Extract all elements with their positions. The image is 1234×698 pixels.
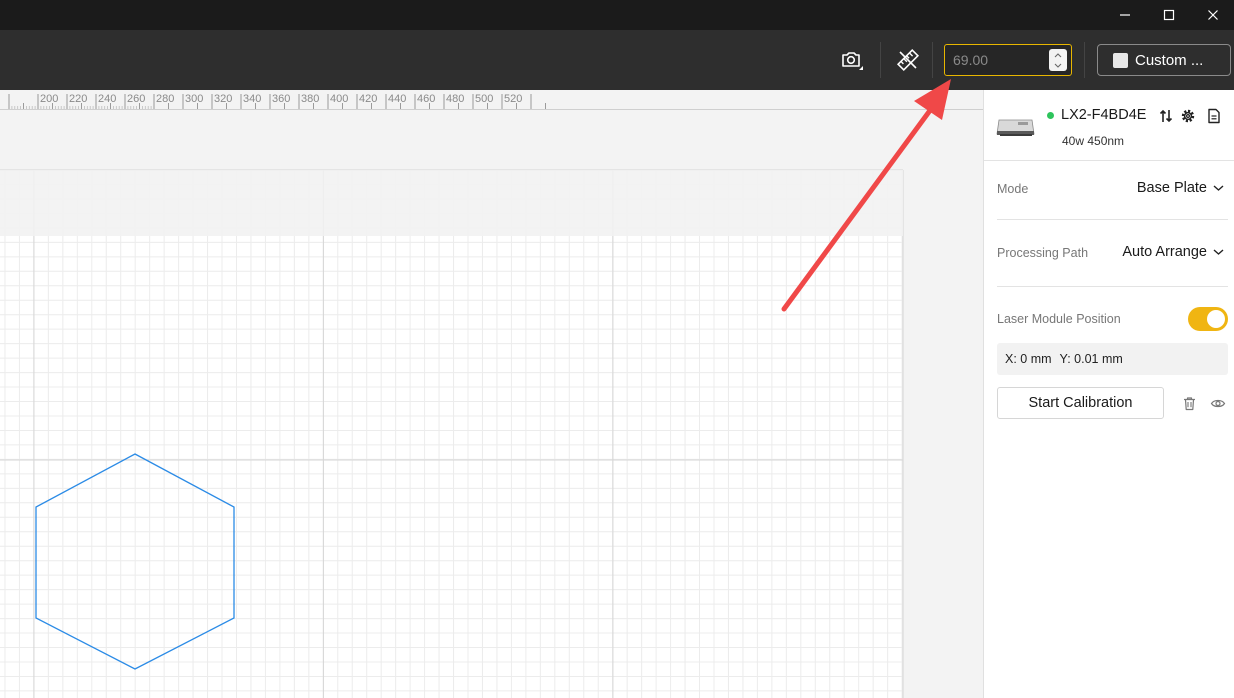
eye-icon <box>1210 399 1226 407</box>
canvas-grid <box>0 169 904 698</box>
maximize-icon <box>1163 9 1175 21</box>
toolbar: Custom ... <box>0 30 1234 90</box>
ruler-label: 440 <box>388 93 406 105</box>
ruler-label: 480 <box>446 93 464 105</box>
visibility-button[interactable] <box>1209 394 1227 412</box>
delete-button[interactable] <box>1180 394 1198 412</box>
mode-label: Mode <box>997 182 1029 196</box>
speed-field <box>944 44 1072 76</box>
maximize-button[interactable] <box>1146 0 1192 30</box>
chevron-down-icon <box>1213 185 1224 191</box>
processing-path-label: Processing Path <box>997 246 1089 260</box>
ruler-label: 340 <box>243 93 261 105</box>
custom-material-button[interactable]: Custom ... <box>1097 44 1231 76</box>
measure-button[interactable] <box>894 46 922 74</box>
document-icon <box>1208 108 1220 124</box>
device-log-button[interactable] <box>1205 107 1223 125</box>
ruler-label: 520 <box>504 93 522 105</box>
chevron-up-icon <box>1054 52 1062 57</box>
laser-module-position-label: Laser Module Position <box>997 312 1121 326</box>
ruler-label: 400 <box>330 93 348 105</box>
coord-x: X: 0 mm <box>1005 352 1052 366</box>
processing-path-dropdown[interactable]: Auto Arrange <box>1122 244 1224 260</box>
ruler-label: 320 <box>214 93 232 105</box>
divider <box>997 219 1228 220</box>
start-calibration-button[interactable]: Start Calibration <box>997 387 1164 419</box>
device-panel: LX2-F4BD4E 40w 450nm Mode Base Plate Pro… <box>983 90 1234 698</box>
ruler-label: 240 <box>98 93 116 105</box>
toolbar-separator <box>1084 42 1085 78</box>
app-window: Custom ... 200 220 240 260 280 300 320 340 360 38… <box>0 0 1234 698</box>
step-down-button[interactable] <box>1049 60 1067 71</box>
step-up-button[interactable] <box>1049 49 1067 60</box>
ruler-label: 300 <box>185 93 203 105</box>
ruler-label: 420 <box>359 93 377 105</box>
toolbar-separator <box>880 42 881 78</box>
device-name: LX2-F4BD4E <box>1061 107 1147 123</box>
ruler-label: 360 <box>272 93 290 105</box>
coord-y: Y: 0.01 mm <box>1059 352 1123 366</box>
speed-stepper[interactable] <box>1049 49 1067 71</box>
ruler-label: 220 <box>69 93 87 105</box>
ruler-label: 280 <box>156 93 174 105</box>
ruler-label: 200 <box>40 93 58 105</box>
settings-icon <box>1181 109 1195 123</box>
chevron-down-icon <box>1054 63 1062 68</box>
ruler-label: 500 <box>475 93 493 105</box>
minimize-button[interactable] <box>1102 0 1148 30</box>
close-button[interactable] <box>1190 0 1234 30</box>
camera-icon <box>842 52 863 70</box>
divider <box>984 160 1234 161</box>
mode-value: Base Plate <box>1136 180 1207 196</box>
ruler-label: 380 <box>301 93 319 105</box>
title-bar <box>0 0 1234 30</box>
custom-material-label: Custom ... <box>1135 51 1204 69</box>
speed-input[interactable] <box>945 45 1045 74</box>
ruler-label: 260 <box>127 93 145 105</box>
online-status-dot <box>1047 112 1054 119</box>
trash-icon <box>1183 396 1195 410</box>
swap-icon <box>1159 109 1173 123</box>
device-spec: 40w 450nm <box>1062 134 1125 148</box>
divider <box>997 286 1228 287</box>
horizontal-ruler: 200 220 240 260 280 300 320 340 360 380 400 420 440 4… <box>0 90 983 110</box>
laser-module-toggle[interactable] <box>1188 307 1228 331</box>
material-swatch <box>1113 52 1128 68</box>
ruler-label: 460 <box>417 93 435 105</box>
camera-button[interactable] <box>837 46 865 74</box>
device-settings-button[interactable] <box>1179 107 1197 125</box>
minimize-icon <box>1120 14 1130 16</box>
chevron-down-icon <box>1213 249 1224 255</box>
device-image <box>996 114 1036 140</box>
ruler-ticks: 200 220 240 260 280 300 320 340 360 380 400 420 440 4… <box>8 93 546 109</box>
switch-device-button[interactable] <box>1157 107 1175 125</box>
work-canvas[interactable] <box>0 110 983 698</box>
toolbar-separator <box>932 42 933 78</box>
measure-ruler-icon <box>896 48 920 72</box>
mode-dropdown[interactable]: Base Plate <box>1137 180 1224 196</box>
toggle-knob <box>1207 310 1225 328</box>
close-icon <box>1208 10 1218 20</box>
processing-path-value: Auto Arrange <box>1122 244 1207 260</box>
laser-coordinates: X: 0 mm Y: 0.01 mm <box>997 343 1228 375</box>
